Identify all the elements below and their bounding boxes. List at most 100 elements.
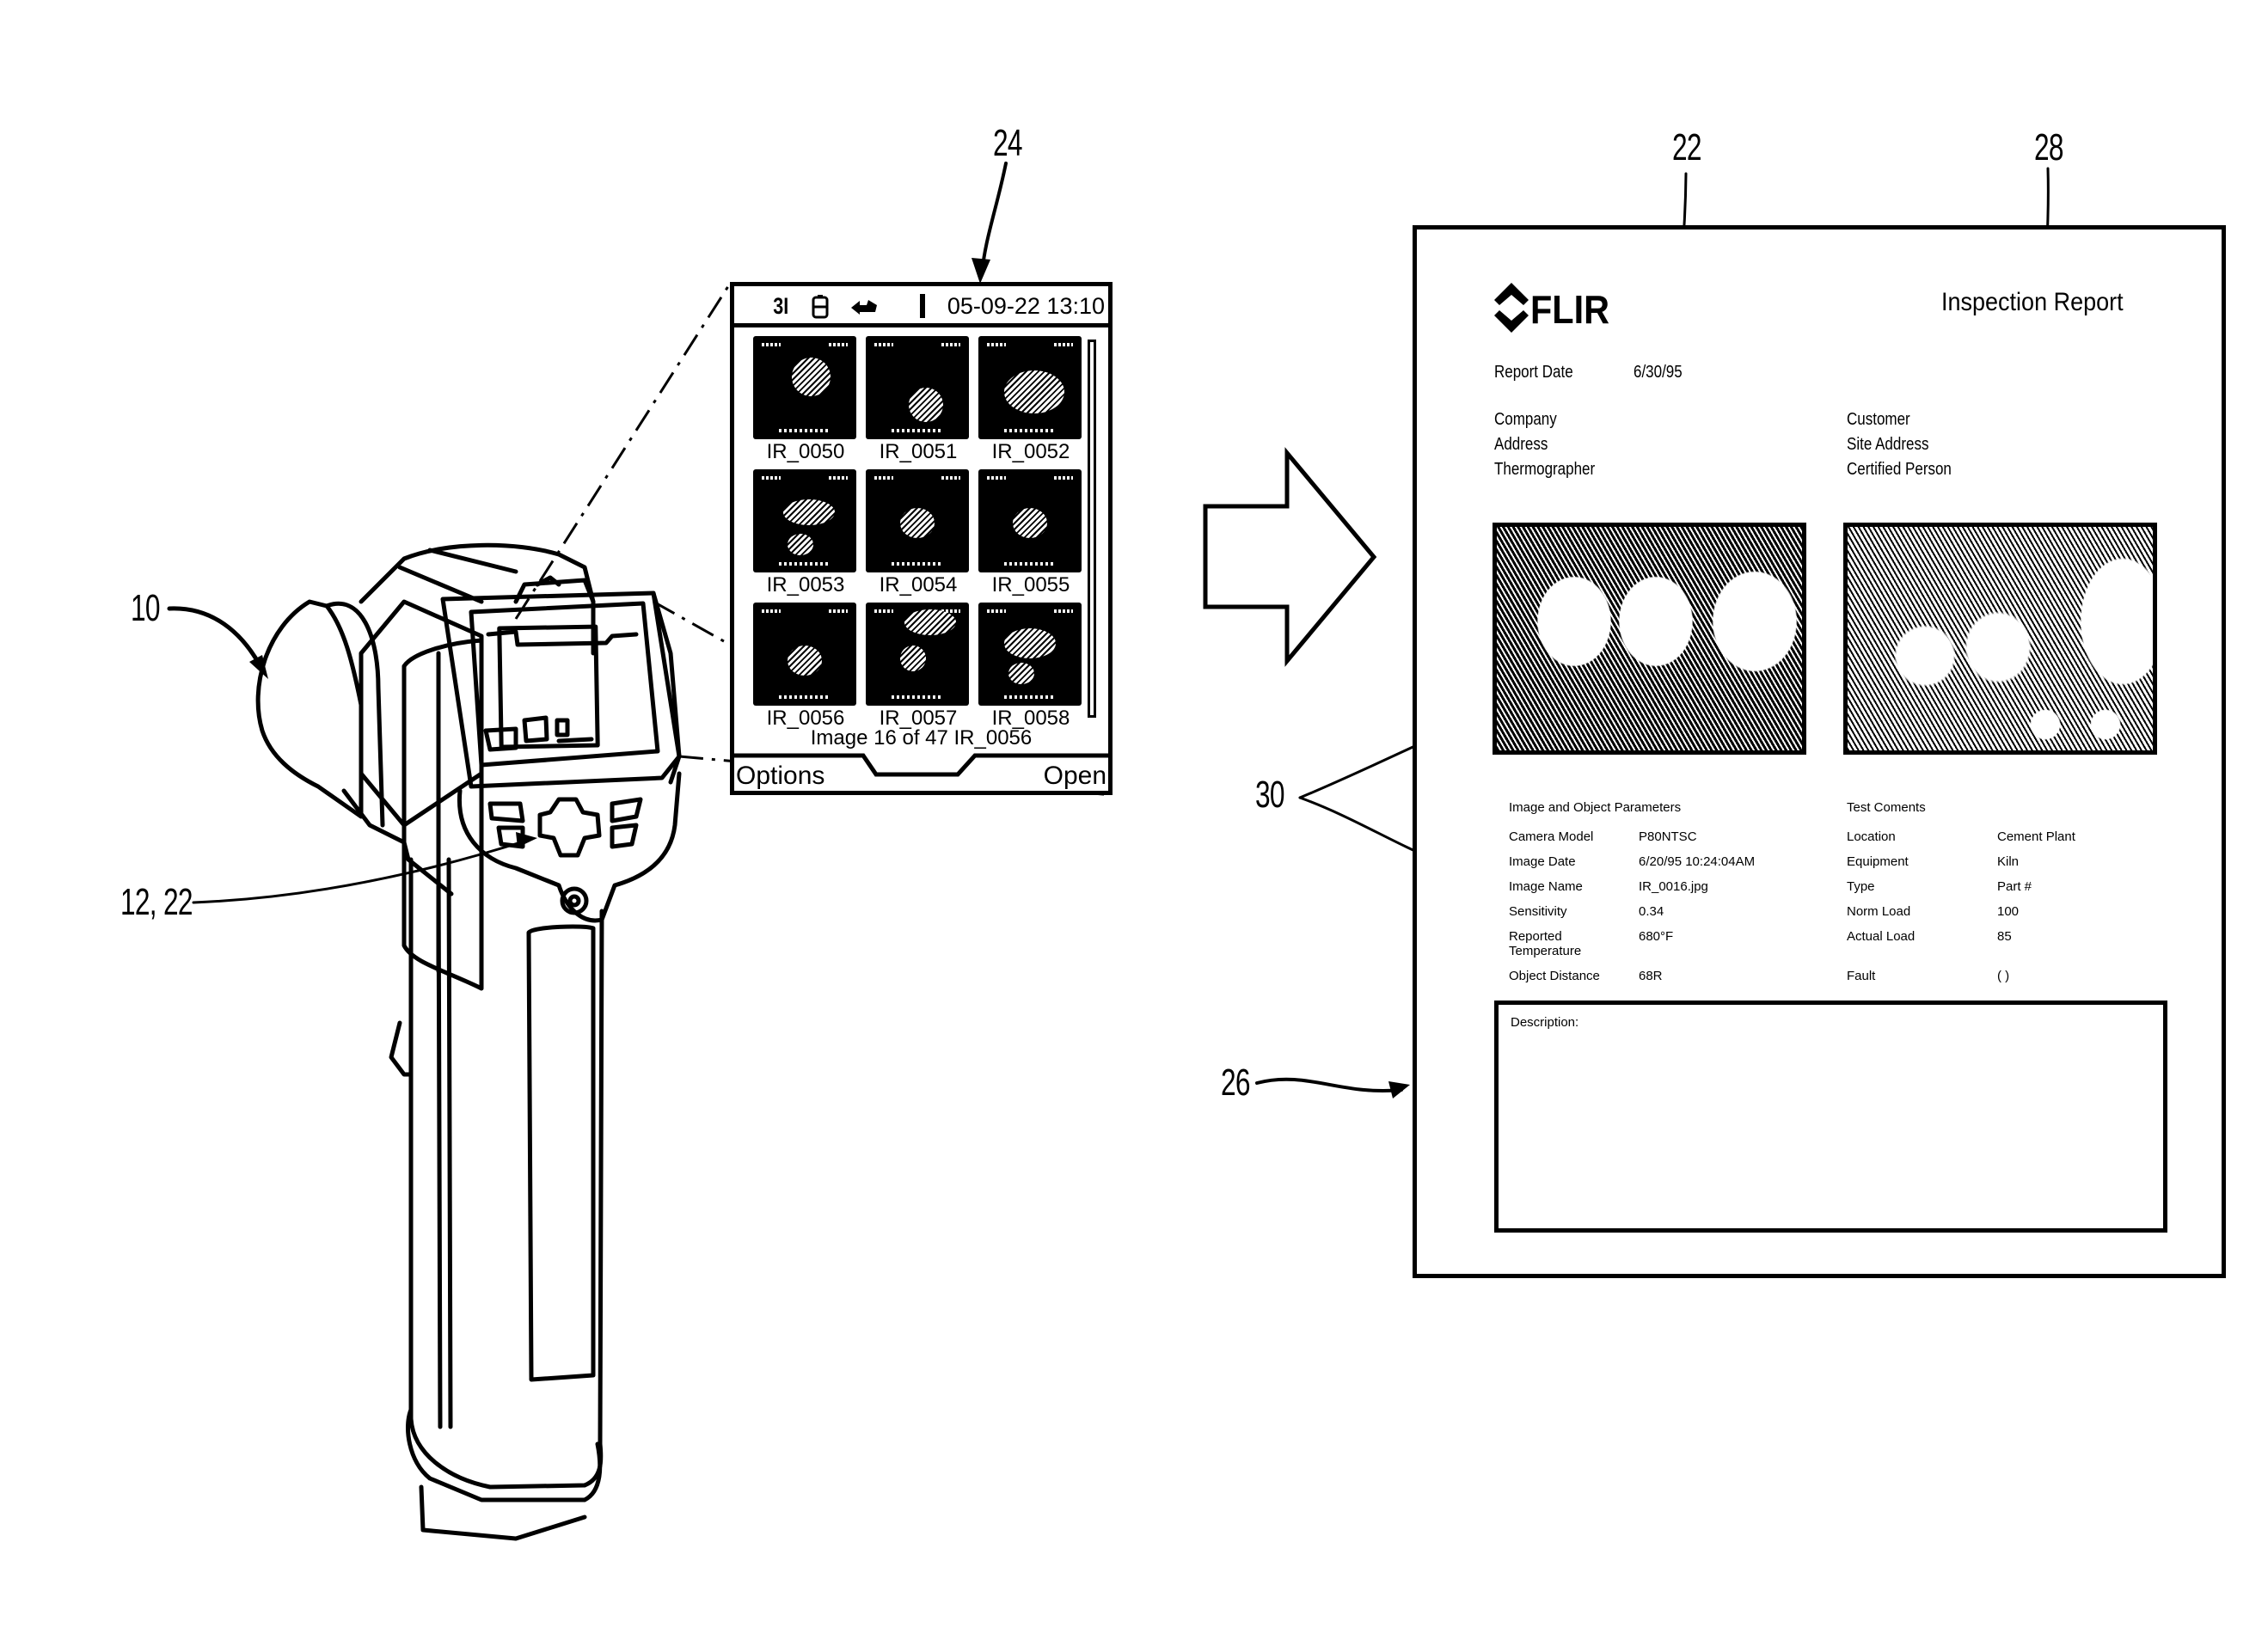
refnum-parameters: 30 — [1255, 774, 1285, 816]
description-box[interactable]: Description: — [1494, 1001, 2167, 1233]
arrowhead-12-22 — [516, 832, 537, 848]
comment-label: Type — [1847, 879, 1875, 894]
param-label: Reported Temperature — [1509, 929, 1582, 958]
leader-10 — [167, 606, 261, 664]
comment-value: Kiln — [1997, 854, 2020, 869]
param-label: Camera Model — [1509, 829, 1594, 844]
thermal-thumbnail-image — [753, 469, 856, 572]
inspection-report: FLIR Inspection Report Report Date 6/30/… — [1413, 225, 2226, 1278]
thermal-thumbnail-image — [866, 336, 969, 439]
arrowhead-26 — [1388, 1081, 1410, 1098]
refnum-camera: 10 — [131, 587, 161, 629]
flir-logo-icon — [1494, 283, 1529, 333]
thermal-thumbnail-image — [866, 469, 969, 572]
refnum-report-image-1: 22 — [1672, 126, 1702, 168]
camera-front-bezel — [401, 638, 484, 991]
refnum-screen-view: 24 — [993, 122, 1023, 164]
param-value: 0.34 — [1639, 904, 1664, 919]
param-value: P80NTSC — [1639, 829, 1697, 844]
thumbnail[interactable]: IR_0058 — [978, 603, 1083, 731]
refnum-camera-display: 12, 22 — [120, 881, 193, 923]
thermal-thumbnail-image — [978, 469, 1082, 572]
thumbnail-label: IR_0051 — [879, 440, 958, 463]
scrollbar[interactable] — [1088, 340, 1096, 718]
param-value: IR_0016.jpg — [1639, 879, 1708, 894]
description-label: Description: — [1511, 1015, 1579, 1030]
thermal-thumbnail-image — [978, 336, 1082, 439]
thermal-thumbnail-image — [978, 603, 1082, 706]
battery-icon — [812, 295, 829, 324]
thermal-thumbnail-image — [753, 336, 856, 439]
field-certified-person: Certified Person — [1847, 460, 1952, 479]
camera-trigger — [389, 1020, 414, 1077]
camera-keypad-button-right-top — [610, 797, 643, 823]
field-company: Company — [1494, 410, 1557, 429]
thumbnail[interactable]: IR_0056 — [753, 603, 858, 731]
arrowhead-24 — [972, 258, 990, 284]
field-site-address: Site Address — [1847, 435, 1929, 454]
thermal-thumbnail-image — [866, 603, 969, 706]
report-title: Inspection Report — [1941, 288, 2124, 316]
comment-label: Fault — [1847, 969, 1876, 983]
param-label: Object Distance — [1509, 969, 1600, 983]
thumbnail-label: IR_0053 — [766, 573, 845, 597]
field-address: Address — [1494, 435, 1548, 454]
param-value: 680°F — [1639, 929, 1674, 944]
options-softkey[interactable]: Options — [736, 762, 824, 791]
thermal-image-22 — [1493, 523, 1806, 755]
status-bar: 3I 05-09-22 13:10 — [734, 286, 1108, 327]
field-customer: Customer — [1847, 410, 1910, 429]
signal-icon: 3I — [773, 293, 789, 319]
thermal-image-28 — [1843, 523, 2157, 755]
camera-keypad-button-right-bottom — [610, 823, 639, 849]
comment-value: 100 — [1997, 904, 2020, 919]
comments-heading: Test Coments — [1847, 800, 1926, 815]
comment-label: Actual Load — [1847, 929, 1916, 944]
thumbnail-label: IR_0054 — [879, 573, 958, 597]
thumbnail[interactable]: IR_0057 — [866, 603, 971, 731]
refnum-report-image-2: 28 — [2034, 126, 2064, 168]
refnum-report: 26 — [1221, 1062, 1251, 1104]
camera-dpad — [537, 797, 602, 858]
param-value: 68R — [1639, 969, 1663, 983]
comment-label: Equipment — [1847, 854, 1909, 869]
flir-logo: FLIR — [1493, 283, 1609, 337]
params-heading: Image and Object Parameters — [1509, 800, 1682, 815]
param-label: Image Date — [1509, 854, 1576, 869]
softkey-bar: Options Open — [730, 753, 1113, 791]
thumbnail[interactable]: IR_0050 — [753, 336, 858, 464]
comment-label: Location — [1847, 829, 1896, 844]
thumbnail-label: IR_0050 — [766, 440, 845, 463]
thumbnail[interactable]: IR_0053 — [753, 469, 858, 597]
camera-lens — [255, 599, 364, 819]
camera-keypad-button-left-top — [487, 801, 525, 823]
transfer-icon — [849, 297, 879, 322]
report-date-value: 6/30/95 — [1634, 363, 1683, 382]
projection-line-top-left — [514, 283, 732, 620]
report-date-label: Report Date — [1494, 363, 1573, 382]
thumbnail[interactable]: IR_0055 — [978, 469, 1083, 597]
thumbnail[interactable]: IR_0051 — [866, 336, 971, 464]
param-value: 6/20/95 10:24:04AM — [1639, 854, 1756, 869]
comment-value: Cement Plant — [1997, 829, 2075, 844]
thumbnail[interactable]: IR_0054 — [866, 469, 971, 597]
camera-screen-view: 3I 05-09-22 13:10 IR_0050 IR_0051 IR_005… — [730, 282, 1113, 795]
comment-value: 85 — [1997, 929, 2012, 944]
param-label: Image Name — [1509, 879, 1583, 894]
leader-24 — [980, 162, 1008, 277]
image-caption: Image 16 of 47 IR_0056 — [810, 726, 1033, 750]
thumbnail[interactable]: IR_0052 — [978, 336, 1083, 464]
flir-logo-text: FLIR — [1530, 287, 1609, 332]
leader-26 — [1255, 1077, 1403, 1092]
comment-label: Norm Load — [1847, 904, 1911, 919]
flow-arrow — [1203, 447, 1377, 667]
param-label: Sensitivity — [1509, 904, 1567, 919]
comment-value: ( ) — [1997, 969, 2010, 983]
camera-grip-pad — [526, 924, 596, 1382]
comment-value: Part # — [1997, 879, 2032, 894]
thumbnail-label: IR_0055 — [991, 573, 1070, 597]
field-thermographer: Thermographer — [1494, 460, 1596, 479]
leader-12-22 — [192, 839, 528, 904]
status-datetime: 05-09-22 13:10 — [947, 293, 1105, 319]
open-softkey[interactable]: Open — [1044, 762, 1106, 791]
